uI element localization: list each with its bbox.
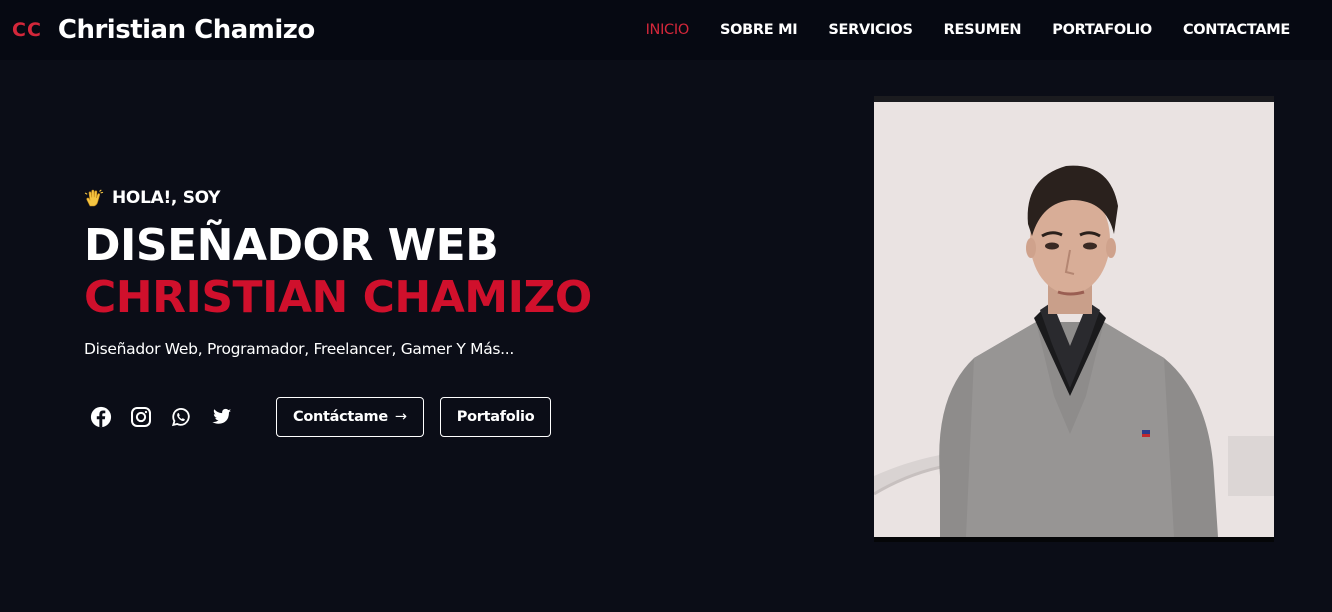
- main-nav: INICIO SOBRE MI SERVICIOS RESUMEN PORTAF…: [646, 0, 1291, 60]
- arrow-right-icon: →: [394, 409, 407, 425]
- profile-photo-image: [874, 96, 1274, 542]
- hero-intro: HOLA!, SOY DISEÑADOR WEB CHRISTIAN CHAMI…: [84, 186, 724, 358]
- nav-link-resumen[interactable]: RESUMEN: [944, 22, 1022, 38]
- nav-link-sobre-mi[interactable]: SOBRE MI: [720, 22, 798, 38]
- instagram-icon[interactable]: [130, 406, 152, 428]
- nav-link-servicios[interactable]: SERVICIOS: [828, 22, 913, 38]
- navbar: CC Christian Chamizo INICIO SOBRE MI SER…: [0, 0, 1332, 60]
- waving-hand-icon: [84, 189, 104, 207]
- nav-link-inicio[interactable]: INICIO: [646, 22, 690, 38]
- greeting: HOLA!, SOY: [84, 186, 724, 210]
- hero-tagline: Diseñador Web, Programador, Freelancer, …: [84, 340, 515, 358]
- nav-link-portafolio[interactable]: PORTAFOLIO: [1052, 22, 1152, 38]
- brand-logo[interactable]: CC Christian Chamizo: [12, 15, 315, 45]
- whatsapp-icon[interactable]: [170, 406, 192, 428]
- facebook-icon[interactable]: [90, 406, 112, 428]
- profile-photo: [874, 96, 1274, 542]
- contact-button[interactable]: Contáctame →: [276, 397, 424, 437]
- greeting-text: HOLA!, SOY: [112, 188, 221, 208]
- hero-name: CHRISTIAN CHAMIZO: [84, 272, 592, 323]
- hero-actions: Contáctame → Portafolio: [90, 397, 552, 437]
- brand-initials: CC: [12, 19, 42, 41]
- hero-role-title: DISEÑADOR WEB: [84, 220, 499, 271]
- portfolio-button-label: Portafolio: [456, 409, 535, 425]
- contact-button-label: Contáctame: [293, 409, 388, 425]
- brand-name: Christian Chamizo: [57, 15, 315, 45]
- portfolio-button[interactable]: Portafolio: [439, 397, 552, 437]
- nav-link-contactame[interactable]: CONTACTAME: [1183, 22, 1290, 38]
- twitter-icon[interactable]: [210, 406, 232, 428]
- social-links: [90, 406, 232, 428]
